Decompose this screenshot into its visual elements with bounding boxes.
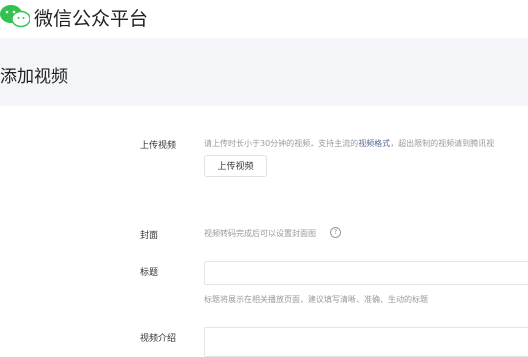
title-hint: 标题将展示在相关播放页面，建议填写清晰、准确、生动的标题 xyxy=(204,295,428,304)
upload-video-button[interactable]: 上传视频 xyxy=(204,155,267,177)
intro-label: 视频介绍 xyxy=(140,334,177,344)
intro-textarea[interactable] xyxy=(204,327,528,357)
brand-name: 微信公众平台 xyxy=(34,8,149,30)
upload-hint-prefix: 请上传时长小于30分钟的视频，支持主流的 xyxy=(204,139,359,148)
top-bar: 微信公众平台 xyxy=(0,0,528,38)
help-question-icon[interactable]: ? xyxy=(330,227,341,238)
wechat-logo-icon xyxy=(0,5,30,28)
upload-video-label: 上传视频 xyxy=(140,141,177,151)
upload-hint-suffix: ，超出限制的视频请到腾讯视 xyxy=(390,139,495,148)
cover-label: 封面 xyxy=(140,231,159,241)
page-title-band xyxy=(0,38,528,106)
title-label: 标题 xyxy=(140,268,159,278)
video-format-link[interactable]: 视频格式 xyxy=(358,139,390,148)
page-title: 添加视频 xyxy=(0,67,68,87)
upload-hint: 请上传时长小于30分钟的视频，支持主流的视频格式，超出限制的视频请到腾讯视 xyxy=(204,138,494,149)
cover-hint: 视频转码完成后可以设置封面图 xyxy=(204,229,316,238)
title-input[interactable] xyxy=(204,261,528,285)
